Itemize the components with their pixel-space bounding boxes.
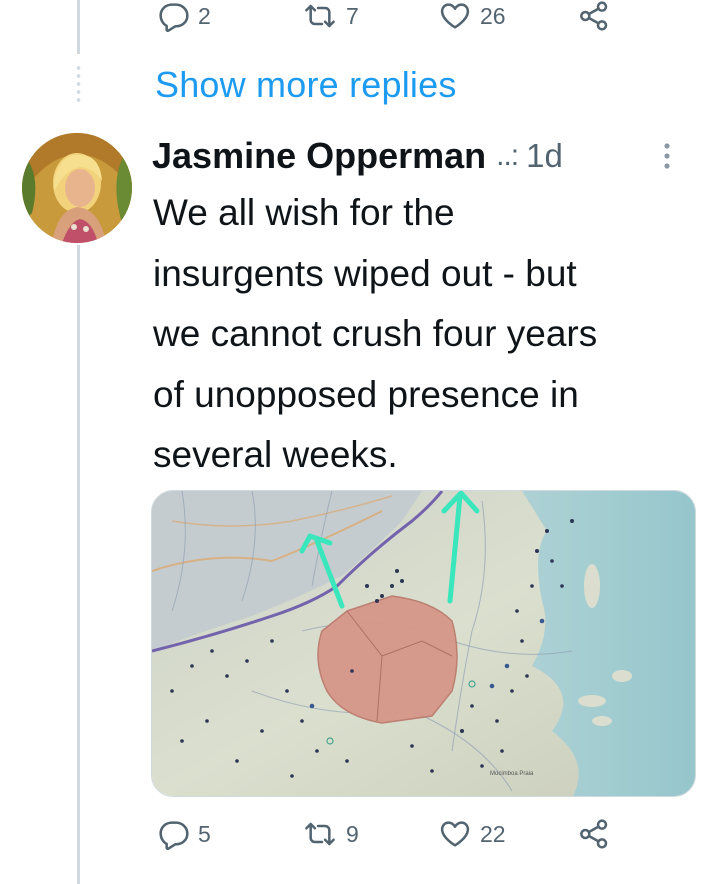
more-vertical-icon [664, 143, 670, 169]
heart-icon [440, 821, 470, 847]
retweet-count: 9 [346, 820, 359, 847]
reply-icon [159, 821, 189, 850]
more-options-button[interactable] [655, 136, 679, 176]
author-name[interactable]: Jasmine Opperman [152, 135, 486, 177]
author-handle-truncated[interactable]: ..: [496, 139, 519, 173]
tweet-thread: 2 7 26 Show more replies Jasmine Opperma… [0, 0, 719, 884]
map-photo: Mocimboa Praia [152, 491, 695, 796]
like-count: 22 [480, 820, 506, 847]
tweet-header: Jasmine Opperman ..: 1d [152, 132, 699, 180]
retweet-button[interactable]: 7 [302, 0, 359, 36]
reply-button[interactable]: 2 [158, 0, 211, 36]
reply-button[interactable]: 5 [158, 814, 211, 854]
thread-line-bottom [77, 245, 80, 884]
share-icon [580, 1, 608, 31]
retweet-icon [305, 822, 335, 846]
avatar[interactable] [22, 133, 132, 243]
share-icon [580, 819, 608, 849]
tweet-actions: 5 9 22 [0, 814, 719, 854]
tweet-text: We all wish for the insurgents wiped out… [153, 192, 598, 475]
retweet-button[interactable]: 9 [302, 814, 359, 854]
like-button[interactable]: 22 [438, 814, 506, 854]
like-button[interactable]: 26 [438, 0, 506, 36]
reply-count: 5 [198, 820, 211, 847]
reply-count: 2 [198, 2, 211, 29]
heart-icon [440, 3, 470, 29]
previous-tweet-actions: 2 7 26 [0, 0, 719, 36]
retweet-count: 7 [346, 2, 359, 29]
share-button[interactable] [578, 0, 610, 36]
tweet-timestamp[interactable]: 1d [526, 137, 563, 175]
avatar-photo [22, 133, 132, 243]
show-more-replies-link[interactable]: Show more replies [155, 64, 457, 106]
retweet-icon [305, 4, 335, 28]
share-button[interactable] [578, 814, 610, 854]
reply-icon [159, 3, 189, 32]
thread-line-dotted [76, 64, 81, 104]
tweet-media-image[interactable]: Mocimboa Praia [151, 490, 696, 797]
like-count: 26 [480, 2, 506, 29]
